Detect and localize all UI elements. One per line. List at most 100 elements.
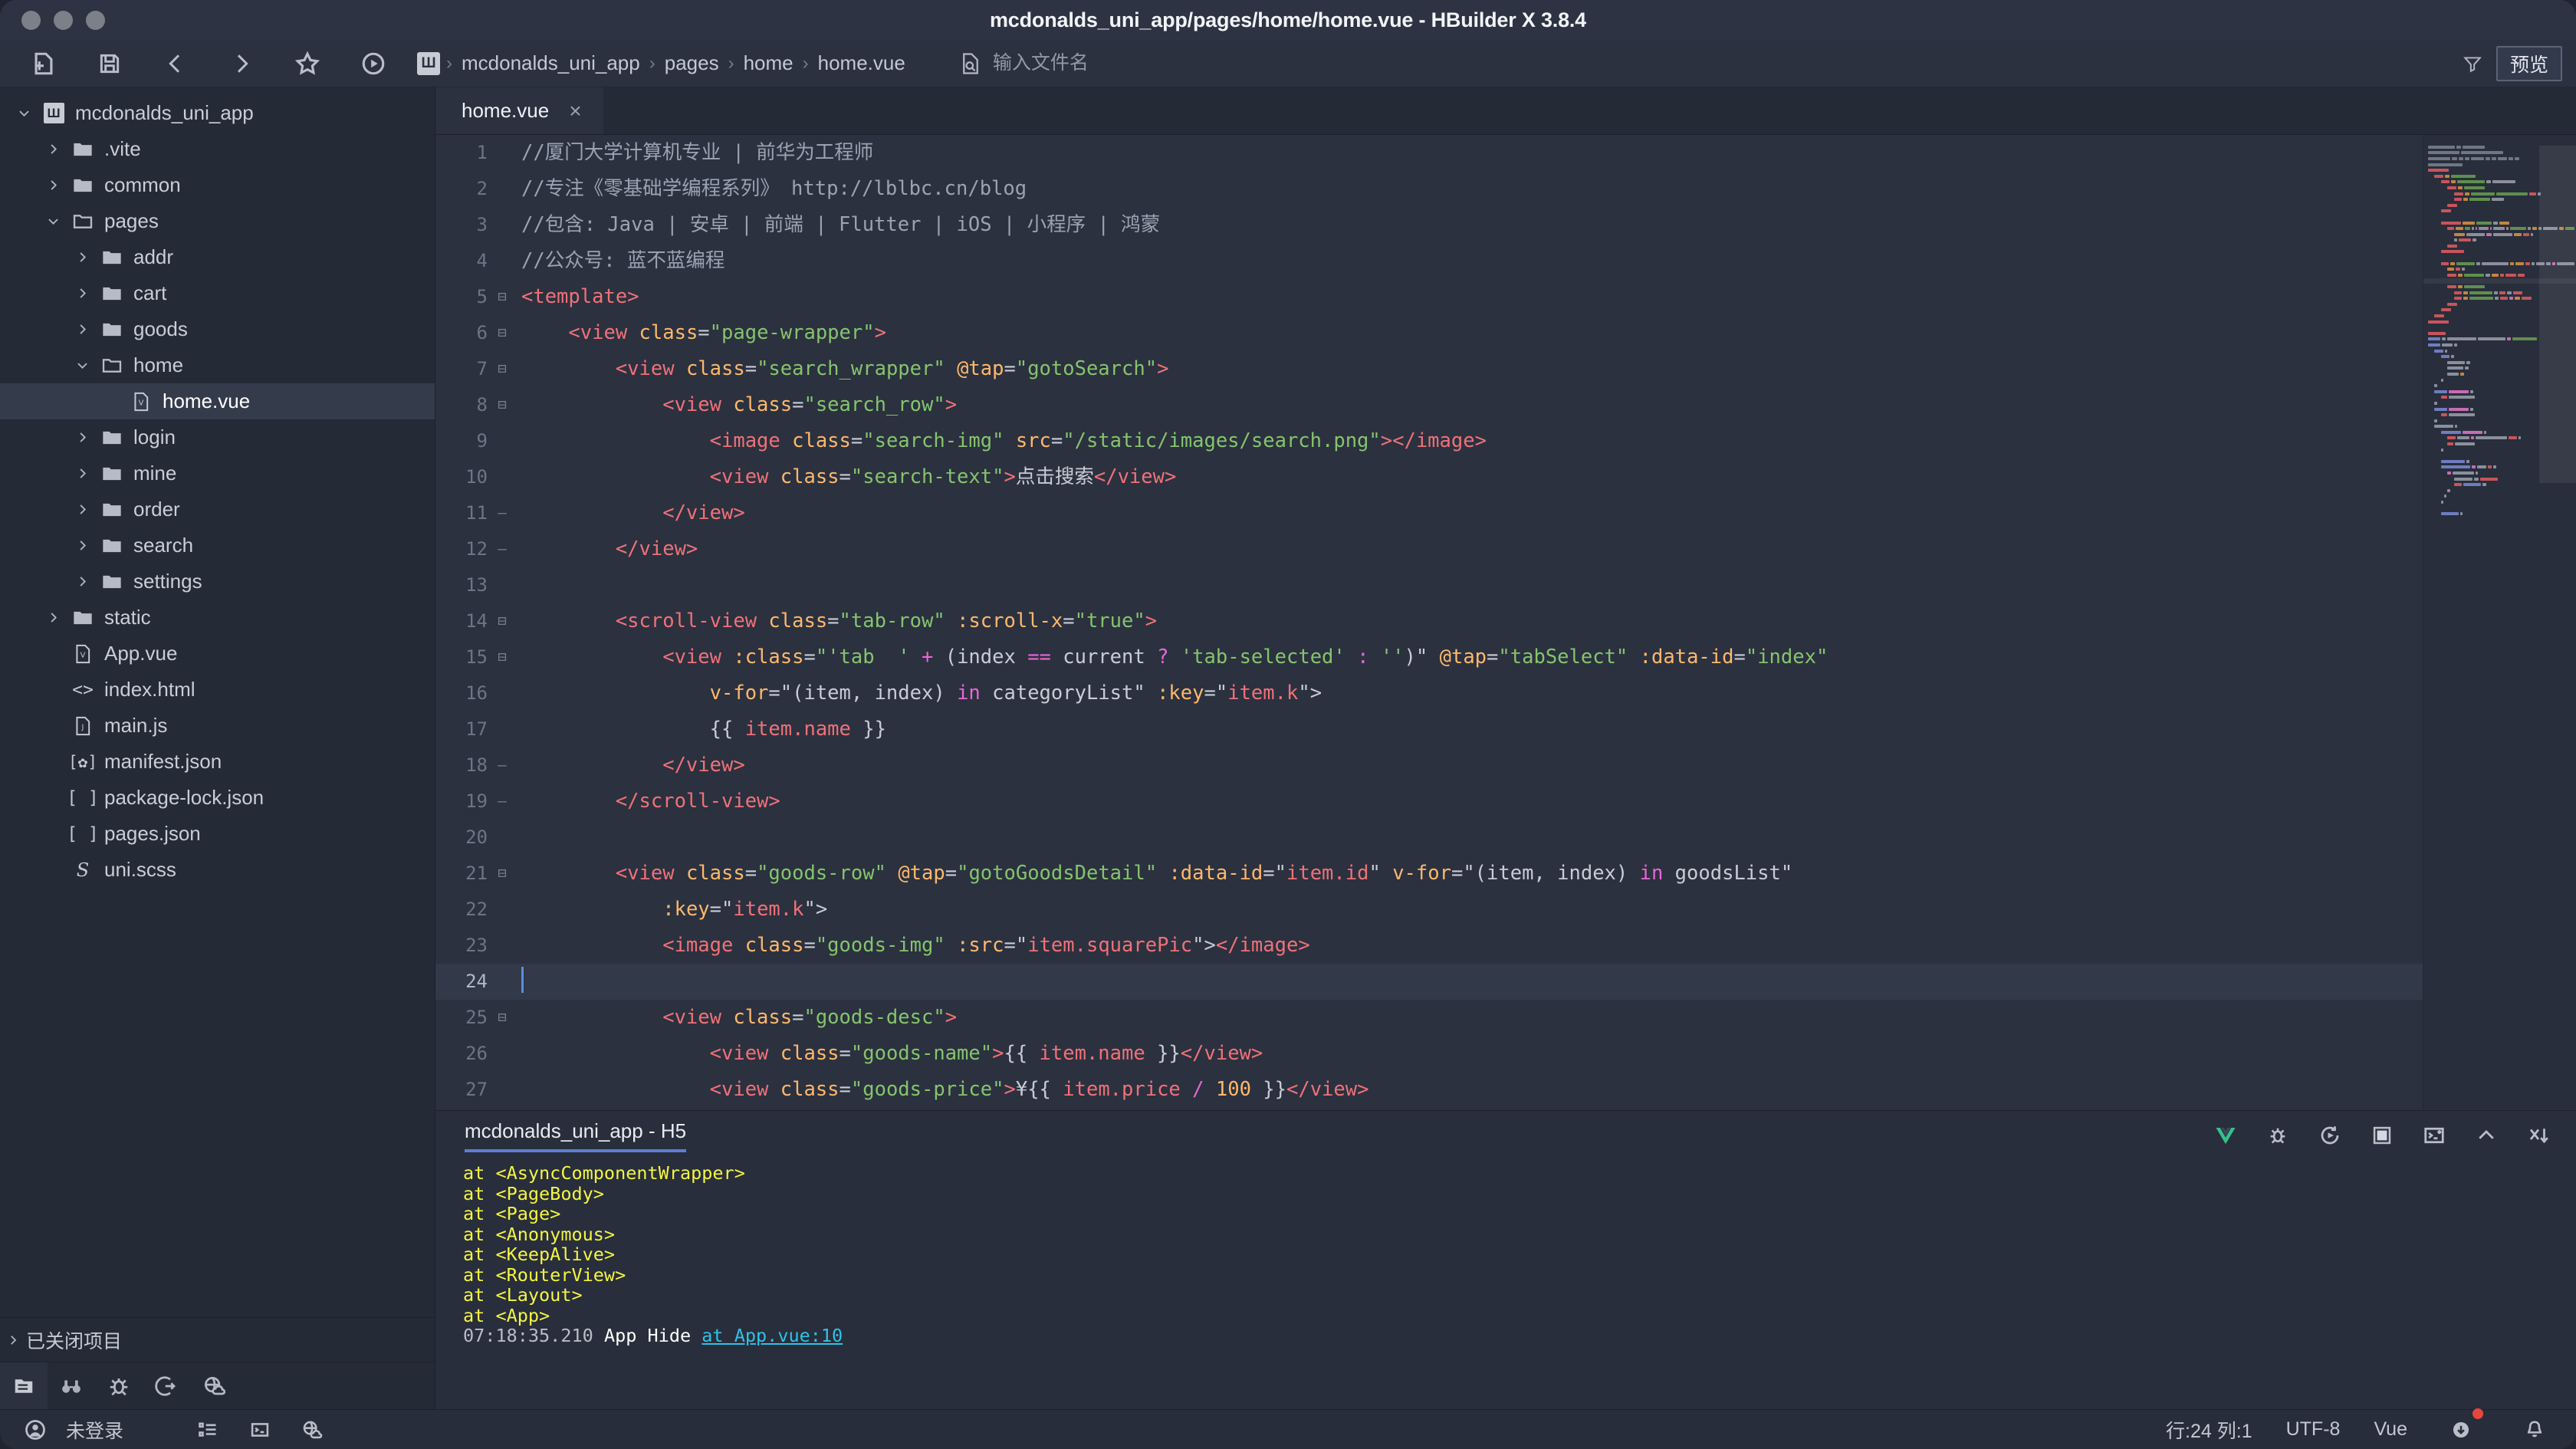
- language-indicator[interactable]: Vue: [2374, 1418, 2407, 1441]
- restart-icon[interactable]: [2308, 1113, 2352, 1158]
- code-line[interactable]: 6 ⊟ <view class="page-wrapper">: [435, 315, 2423, 351]
- code-line[interactable]: 18– </view>: [435, 748, 2423, 784]
- fold-marker[interactable]: ⊟: [489, 603, 515, 639]
- code-line[interactable]: 24: [435, 964, 2423, 1000]
- clear-icon[interactable]: [2516, 1113, 2561, 1158]
- back-arrow-icon[interactable]: [143, 41, 209, 87]
- sidebar-tab-bug[interactable]: [95, 1362, 143, 1409]
- chevron-right-icon[interactable]: [40, 178, 66, 192]
- chevron-right-icon[interactable]: [69, 250, 95, 264]
- tree-item-login[interactable]: login: [0, 419, 435, 455]
- sidebar-tab-binoculars[interactable]: [48, 1362, 95, 1409]
- tree-item-home-vue[interactable]: Vhome.vue: [0, 383, 435, 419]
- new-file-icon[interactable]: [11, 41, 77, 87]
- filter-icon[interactable]: [2456, 54, 2489, 74]
- chevron-right-icon[interactable]: [40, 610, 66, 625]
- chevron-right-icon[interactable]: [69, 286, 95, 301]
- star-icon[interactable]: [274, 41, 340, 87]
- tree-item-home[interactable]: home: [0, 347, 435, 383]
- tree-item-package-lock-json[interactable]: [ ] package-lock.json: [0, 780, 435, 816]
- user-account-button[interactable]: 未登录: [15, 1410, 123, 1449]
- closed-projects-row[interactable]: 已关闭项目: [0, 1317, 435, 1362]
- minimize-window-button[interactable]: [54, 10, 73, 30]
- minimap-viewport[interactable]: [2539, 146, 2576, 483]
- fold-marker[interactable]: –: [489, 748, 515, 784]
- tree-item-mcdonalds-uni-app[interactable]: Шmcdonalds_uni_app: [0, 95, 435, 131]
- close-icon[interactable]: ×: [569, 100, 581, 122]
- chevron-right-icon[interactable]: [69, 502, 95, 517]
- sidebar-tab-cloud-globe[interactable]: [190, 1362, 238, 1409]
- code-editor[interactable]: 1 //厦门大学计算机专业 | 前华为工程师 2 //专注《零基础学编程系列》 htt…: [435, 135, 2576, 1110]
- code-line[interactable]: 11– </view>: [435, 495, 2423, 531]
- breadcrumb-item-3[interactable]: home.vue: [810, 51, 913, 75]
- download-update-icon[interactable]: [2441, 1408, 2483, 1449]
- tree-item-cart[interactable]: cart: [0, 275, 435, 311]
- breadcrumb-item-2[interactable]: home: [736, 51, 801, 75]
- tree-item-pages[interactable]: pages: [0, 203, 435, 239]
- code-line[interactable]: 3 //包含: Java | 安卓 | 前端 | Flutter | iOS | …: [435, 207, 2423, 243]
- breadcrumb-item-1[interactable]: pages: [657, 51, 727, 75]
- code-line[interactable]: 4 //公众号: 蓝不蓝编程: [435, 243, 2423, 279]
- tree-item-static[interactable]: static: [0, 600, 435, 636]
- fold-marker[interactable]: ⊟: [489, 639, 515, 675]
- maximize-window-button[interactable]: [86, 10, 105, 30]
- code-line[interactable]: 22 :key="item.k">: [435, 892, 2423, 928]
- code-line[interactable]: 9 <image class="search-img" src="/static…: [435, 423, 2423, 459]
- run-icon[interactable]: [340, 41, 406, 87]
- minimap[interactable]: [2423, 135, 2576, 1110]
- new-terminal-icon[interactable]: [2412, 1113, 2456, 1158]
- terminal-icon[interactable]: [240, 1410, 280, 1449]
- code-line[interactable]: 15 ⊟ <view :class="'tab ' + (index == cur…: [435, 639, 2423, 675]
- line-col-indicator[interactable]: 行:24 列:1: [2166, 1416, 2252, 1444]
- chevron-right-icon[interactable]: [40, 142, 66, 156]
- code-line[interactable]: 27 <view class="goods-price">¥{{ item.pr…: [435, 1072, 2423, 1108]
- tree-item-search[interactable]: search: [0, 527, 435, 564]
- code-line[interactable]: 13: [435, 567, 2423, 603]
- outline-icon[interactable]: [188, 1410, 228, 1449]
- code-line[interactable]: 20: [435, 820, 2423, 856]
- forward-arrow-icon[interactable]: [209, 41, 274, 87]
- code-line[interactable]: 12– </view>: [435, 531, 2423, 567]
- code-line[interactable]: 25 ⊟ <view class="goods-desc">: [435, 1000, 2423, 1036]
- code-line[interactable]: 5 ⊟ <template>: [435, 279, 2423, 315]
- window-controls[interactable]: [0, 10, 105, 30]
- file-tree[interactable]: Шmcdonalds_uni_app .vite common pages addr ca…: [0, 87, 435, 1317]
- chevron-right-icon[interactable]: [69, 322, 95, 337]
- code-line[interactable]: 1 //厦门大学计算机专业 | 前华为工程师: [435, 135, 2423, 171]
- tree-item--vite[interactable]: .vite: [0, 131, 435, 167]
- fold-marker[interactable]: ⊟: [489, 1000, 515, 1036]
- collapse-icon[interactable]: [2464, 1113, 2509, 1158]
- fold-marker[interactable]: –: [489, 495, 515, 531]
- fold-marker[interactable]: –: [489, 531, 515, 567]
- console-output[interactable]: at <AsyncComponentWrapper> at <PageBody>…: [435, 1160, 2576, 1409]
- code-line[interactable]: 17 {{ item.name }}: [435, 711, 2423, 748]
- breadcrumb-item-0[interactable]: mcdonalds_uni_app: [454, 51, 648, 75]
- bell-icon[interactable]: [2515, 1410, 2555, 1449]
- chevron-right-icon[interactable]: [69, 430, 95, 445]
- tree-item-mine[interactable]: mine: [0, 455, 435, 491]
- fold-marker[interactable]: ⊟: [489, 387, 515, 423]
- code-line[interactable]: 7 ⊟ <view class="search_wrapper" @tap="go…: [435, 351, 2423, 387]
- tree-item-pages-json[interactable]: [ ] pages.json: [0, 816, 435, 852]
- sidebar-tab-share[interactable]: [143, 1362, 190, 1409]
- tree-item-common[interactable]: common: [0, 167, 435, 203]
- chevron-down-icon[interactable]: [11, 106, 37, 120]
- chevron-right-icon[interactable]: [69, 574, 95, 589]
- fold-marker[interactable]: ⊟: [489, 279, 515, 315]
- fold-marker[interactable]: ⊟: [489, 856, 515, 892]
- editor-tab-home-vue[interactable]: home.vue ×: [435, 87, 603, 134]
- chevron-down-icon[interactable]: [69, 358, 95, 373]
- code-line[interactable]: 19– </scroll-view>: [435, 784, 2423, 820]
- encoding-indicator[interactable]: UTF-8: [2286, 1418, 2341, 1441]
- tree-item-order[interactable]: order: [0, 491, 435, 527]
- sidebar-tab-project-manager[interactable]: [0, 1362, 48, 1409]
- tree-item-index-html[interactable]: <> index.html: [0, 672, 435, 708]
- fold-marker[interactable]: ⊟: [489, 351, 515, 387]
- code-line[interactable]: 2 //专注《零基础学编程系列》 http://lblbc.cn/blog: [435, 171, 2423, 207]
- chevron-down-icon[interactable]: [40, 214, 66, 228]
- tree-item-settings[interactable]: settings: [0, 564, 435, 600]
- close-window-button[interactable]: [21, 10, 41, 30]
- code-line[interactable]: 23 <image class="goods-img" :src="item.s…: [435, 928, 2423, 964]
- code-line[interactable]: 14 ⊟ <scroll-view class="tab-row" :scroll…: [435, 603, 2423, 639]
- source-link[interactable]: at App.vue:10: [702, 1325, 843, 1346]
